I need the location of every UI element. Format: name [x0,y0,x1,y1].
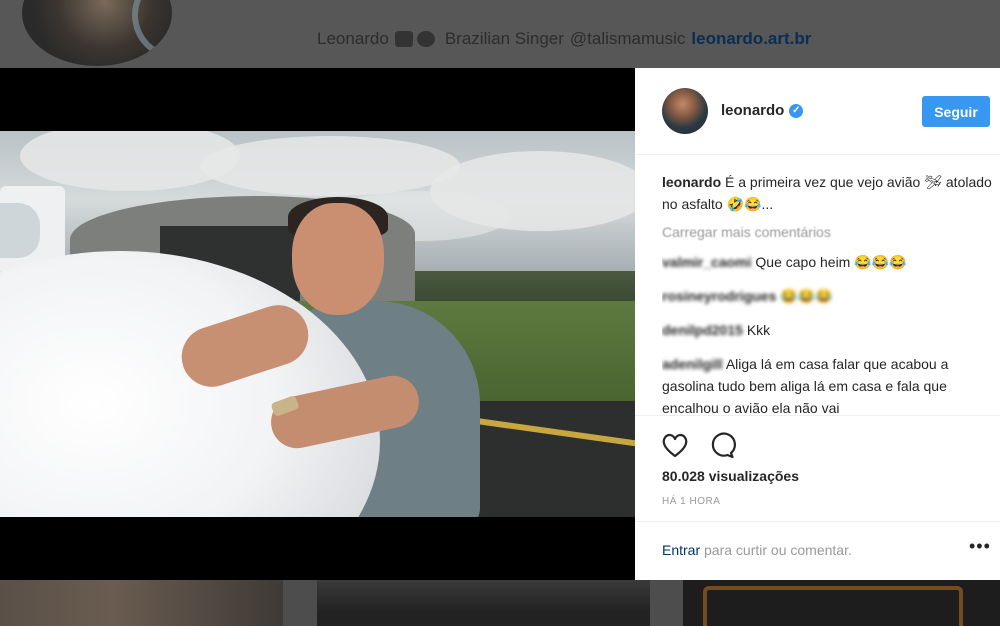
comment-item: rosineyrodrigues 😂😂😂 [662,285,992,307]
comment-text: 😂😂😂 [780,288,833,304]
bio-emoji-icons [394,31,439,47]
post-timestamp[interactable]: HÁ 1 HORA [662,496,720,507]
person-face [292,203,384,315]
profile-header-background: Leonardo Brazilian Singer @talismamusic … [0,0,1000,68]
plane-window [0,203,40,258]
comment-username[interactable]: denilpd2015 [662,322,743,338]
neon-sign-image [703,586,963,626]
bio-line: Leonardo Brazilian Singer @talismamusic … [317,28,811,50]
grid-thumbnail[interactable] [0,580,283,626]
caption-username[interactable]: leonardo [662,174,721,190]
post-caption: leonardo É a primeira vez que vejo avião… [662,171,992,215]
verified-badge-icon: ✓ [789,103,804,118]
post-header: leonardo ✓ Seguir [635,68,1000,155]
avatar-ring [132,0,172,60]
bio-name: Leonardo [317,29,389,48]
comment-item: denilpd2015 Kkk [662,319,992,341]
bio-previous-line [300,0,780,4]
follow-button[interactable]: Seguir [922,96,990,127]
bio-text: Brazilian Singer [444,29,564,48]
bio-mention-link[interactable]: @talismamusic [570,29,686,49]
video-frame[interactable] [0,131,635,517]
poster-username-row: leonardo ✓ [721,102,804,119]
grid-thumbnail[interactable] [317,580,650,626]
tree-line [415,271,635,301]
cloud [200,136,460,196]
login-suffix: para curtir ou comentar. [700,542,852,558]
login-prompt: Entrar para curtir ou comentar. ••• [635,521,1000,580]
heart-outline-icon[interactable] [660,430,690,460]
heart-outline-icon-graphic [662,433,688,458]
grid-thumbnail[interactable] [683,580,1000,626]
bio-website-link[interactable]: leonardo.art.br [691,29,811,49]
view-count: 80.028 visualizações [662,468,799,484]
comments-list: leonardo É a primeira vez que vejo avião… [662,171,992,416]
load-more-comments-link[interactable]: Carregar mais comentários [662,221,992,243]
poster-username[interactable]: leonardo [721,102,784,119]
poster-avatar[interactable] [662,88,708,134]
comment-username[interactable]: adenilgill [662,356,723,372]
comment-item: adenilgill Aliga lá em casa falar que ac… [662,353,992,416]
more-options-icon[interactable]: ••• [969,536,991,557]
comment-text: Kkk [746,322,771,338]
post-actions: 80.028 visualizações HÁ 1 HORA [635,415,1000,515]
comment-text: Que capo heim 😂😂😂 [755,254,907,270]
comment-username[interactable]: rosineyrodrigues [662,288,776,304]
login-prompt-text: Entrar para curtir ou comentar. [662,542,852,558]
speech-bubble-icon-graphic [711,432,736,459]
comment-username[interactable]: valmir_caomi [662,254,752,270]
post-side-panel: leonardo ✓ Seguir leonardo É a primeira … [635,68,1000,580]
comment-item: valmir_caomi Que capo heim 😂😂😂 [662,251,992,273]
login-link[interactable]: Entrar [662,542,700,558]
speech-bubble-icon[interactable] [706,430,736,460]
profile-avatar [22,0,172,66]
post-video-player[interactable] [0,68,635,580]
